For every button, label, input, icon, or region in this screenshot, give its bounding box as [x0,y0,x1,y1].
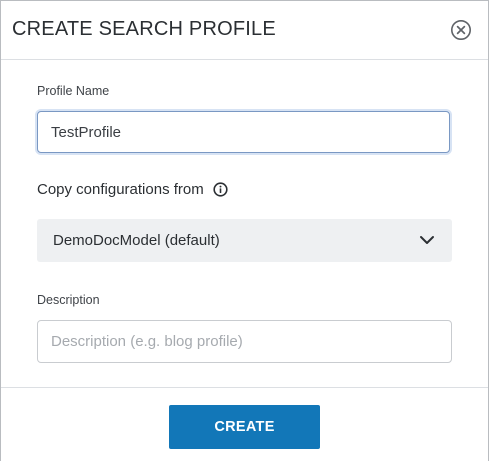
dialog-footer: CREATE [1,387,488,461]
info-circle-icon[interactable] [213,182,228,197]
chevron-down-icon [420,236,434,244]
copy-configurations-label-row: Copy configurations from [37,181,228,198]
description-label: Description [37,293,100,307]
circle-x-icon [451,20,471,40]
create-search-profile-dialog: CREATE SEARCH PROFILE Profile Name Copy … [0,0,489,461]
copy-configurations-select[interactable]: DemoDocModel (default) [37,219,452,262]
dialog-body: Profile Name Copy configurations from De… [1,60,488,387]
copy-configurations-label: Copy configurations from [37,181,204,198]
create-button[interactable]: CREATE [169,405,320,449]
profile-name-label: Profile Name [37,84,110,98]
profile-name-input[interactable] [37,111,450,153]
close-button[interactable] [450,19,472,41]
select-value: DemoDocModel (default) [53,232,220,249]
dialog-header: CREATE SEARCH PROFILE [1,1,488,60]
description-input[interactable] [37,320,452,363]
dialog-title: CREATE SEARCH PROFILE [12,18,276,40]
